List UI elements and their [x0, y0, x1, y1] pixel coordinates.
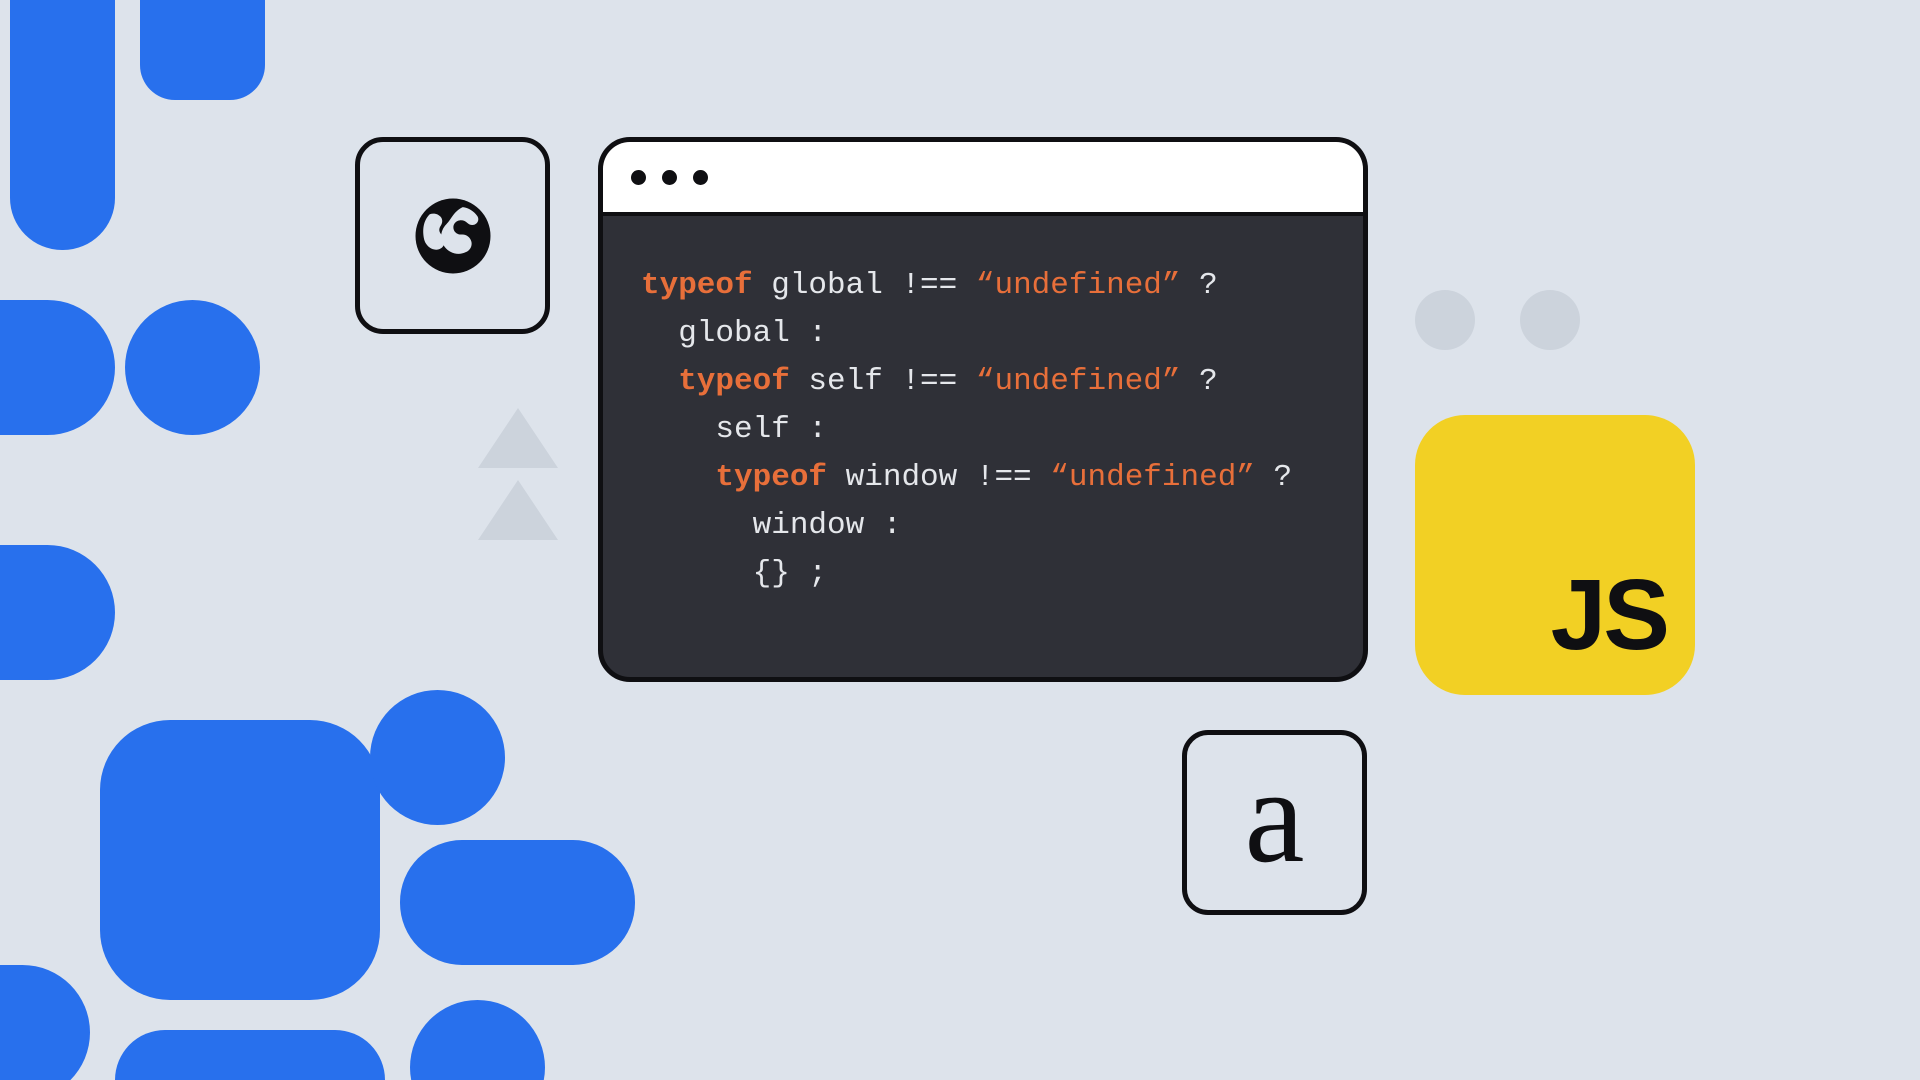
- blue-shape: [125, 300, 260, 435]
- letter-a-card: a: [1182, 730, 1367, 915]
- double-arrow-up-icon: [478, 408, 558, 468]
- blue-shape: [370, 690, 505, 825]
- code-content: typeof global !== “undefined” ? global :…: [603, 216, 1363, 644]
- globe-card: [355, 137, 550, 334]
- blue-shape: [410, 1000, 545, 1080]
- code-string: “undefined”: [1050, 460, 1255, 495]
- decoration-dot: [1415, 290, 1475, 350]
- code-keyword: typeof: [641, 460, 827, 495]
- double-arrow-up-icon: [478, 480, 558, 540]
- blue-shape: [0, 545, 115, 680]
- traffic-light-dot: [693, 170, 708, 185]
- code-text: {} ;: [641, 556, 827, 591]
- blue-shape: [10, 0, 115, 250]
- blue-shape: [100, 720, 380, 1000]
- code-editor-window: typeof global !== “undefined” ? global :…: [598, 137, 1368, 682]
- blue-shape: [0, 965, 90, 1080]
- code-text: ?: [1181, 268, 1218, 303]
- code-text: ?: [1255, 460, 1292, 495]
- code-string: “undefined”: [976, 268, 1181, 303]
- blue-shape: [140, 0, 265, 100]
- blue-shape: [115, 1030, 385, 1080]
- code-text: self !==: [790, 364, 976, 399]
- globe-icon: [408, 191, 498, 281]
- decoration-dot: [1520, 290, 1580, 350]
- code-text: self :: [641, 412, 827, 447]
- code-text: ?: [1181, 364, 1218, 399]
- code-text: window !==: [827, 460, 1050, 495]
- code-text: global !==: [753, 268, 976, 303]
- js-badge: JS: [1415, 415, 1695, 695]
- window-titlebar: [603, 142, 1363, 216]
- blue-shape: [0, 300, 115, 435]
- traffic-light-dot: [631, 170, 646, 185]
- traffic-light-dot: [662, 170, 677, 185]
- code-keyword: typeof: [641, 268, 753, 303]
- code-keyword: typeof: [641, 364, 790, 399]
- code-text: global :: [641, 316, 827, 351]
- blue-shape: [400, 840, 635, 965]
- code-string: “undefined”: [976, 364, 1181, 399]
- letter-a-glyph: a: [1245, 749, 1305, 884]
- js-badge-label: JS: [1551, 558, 1667, 673]
- code-text: window :: [641, 508, 901, 543]
